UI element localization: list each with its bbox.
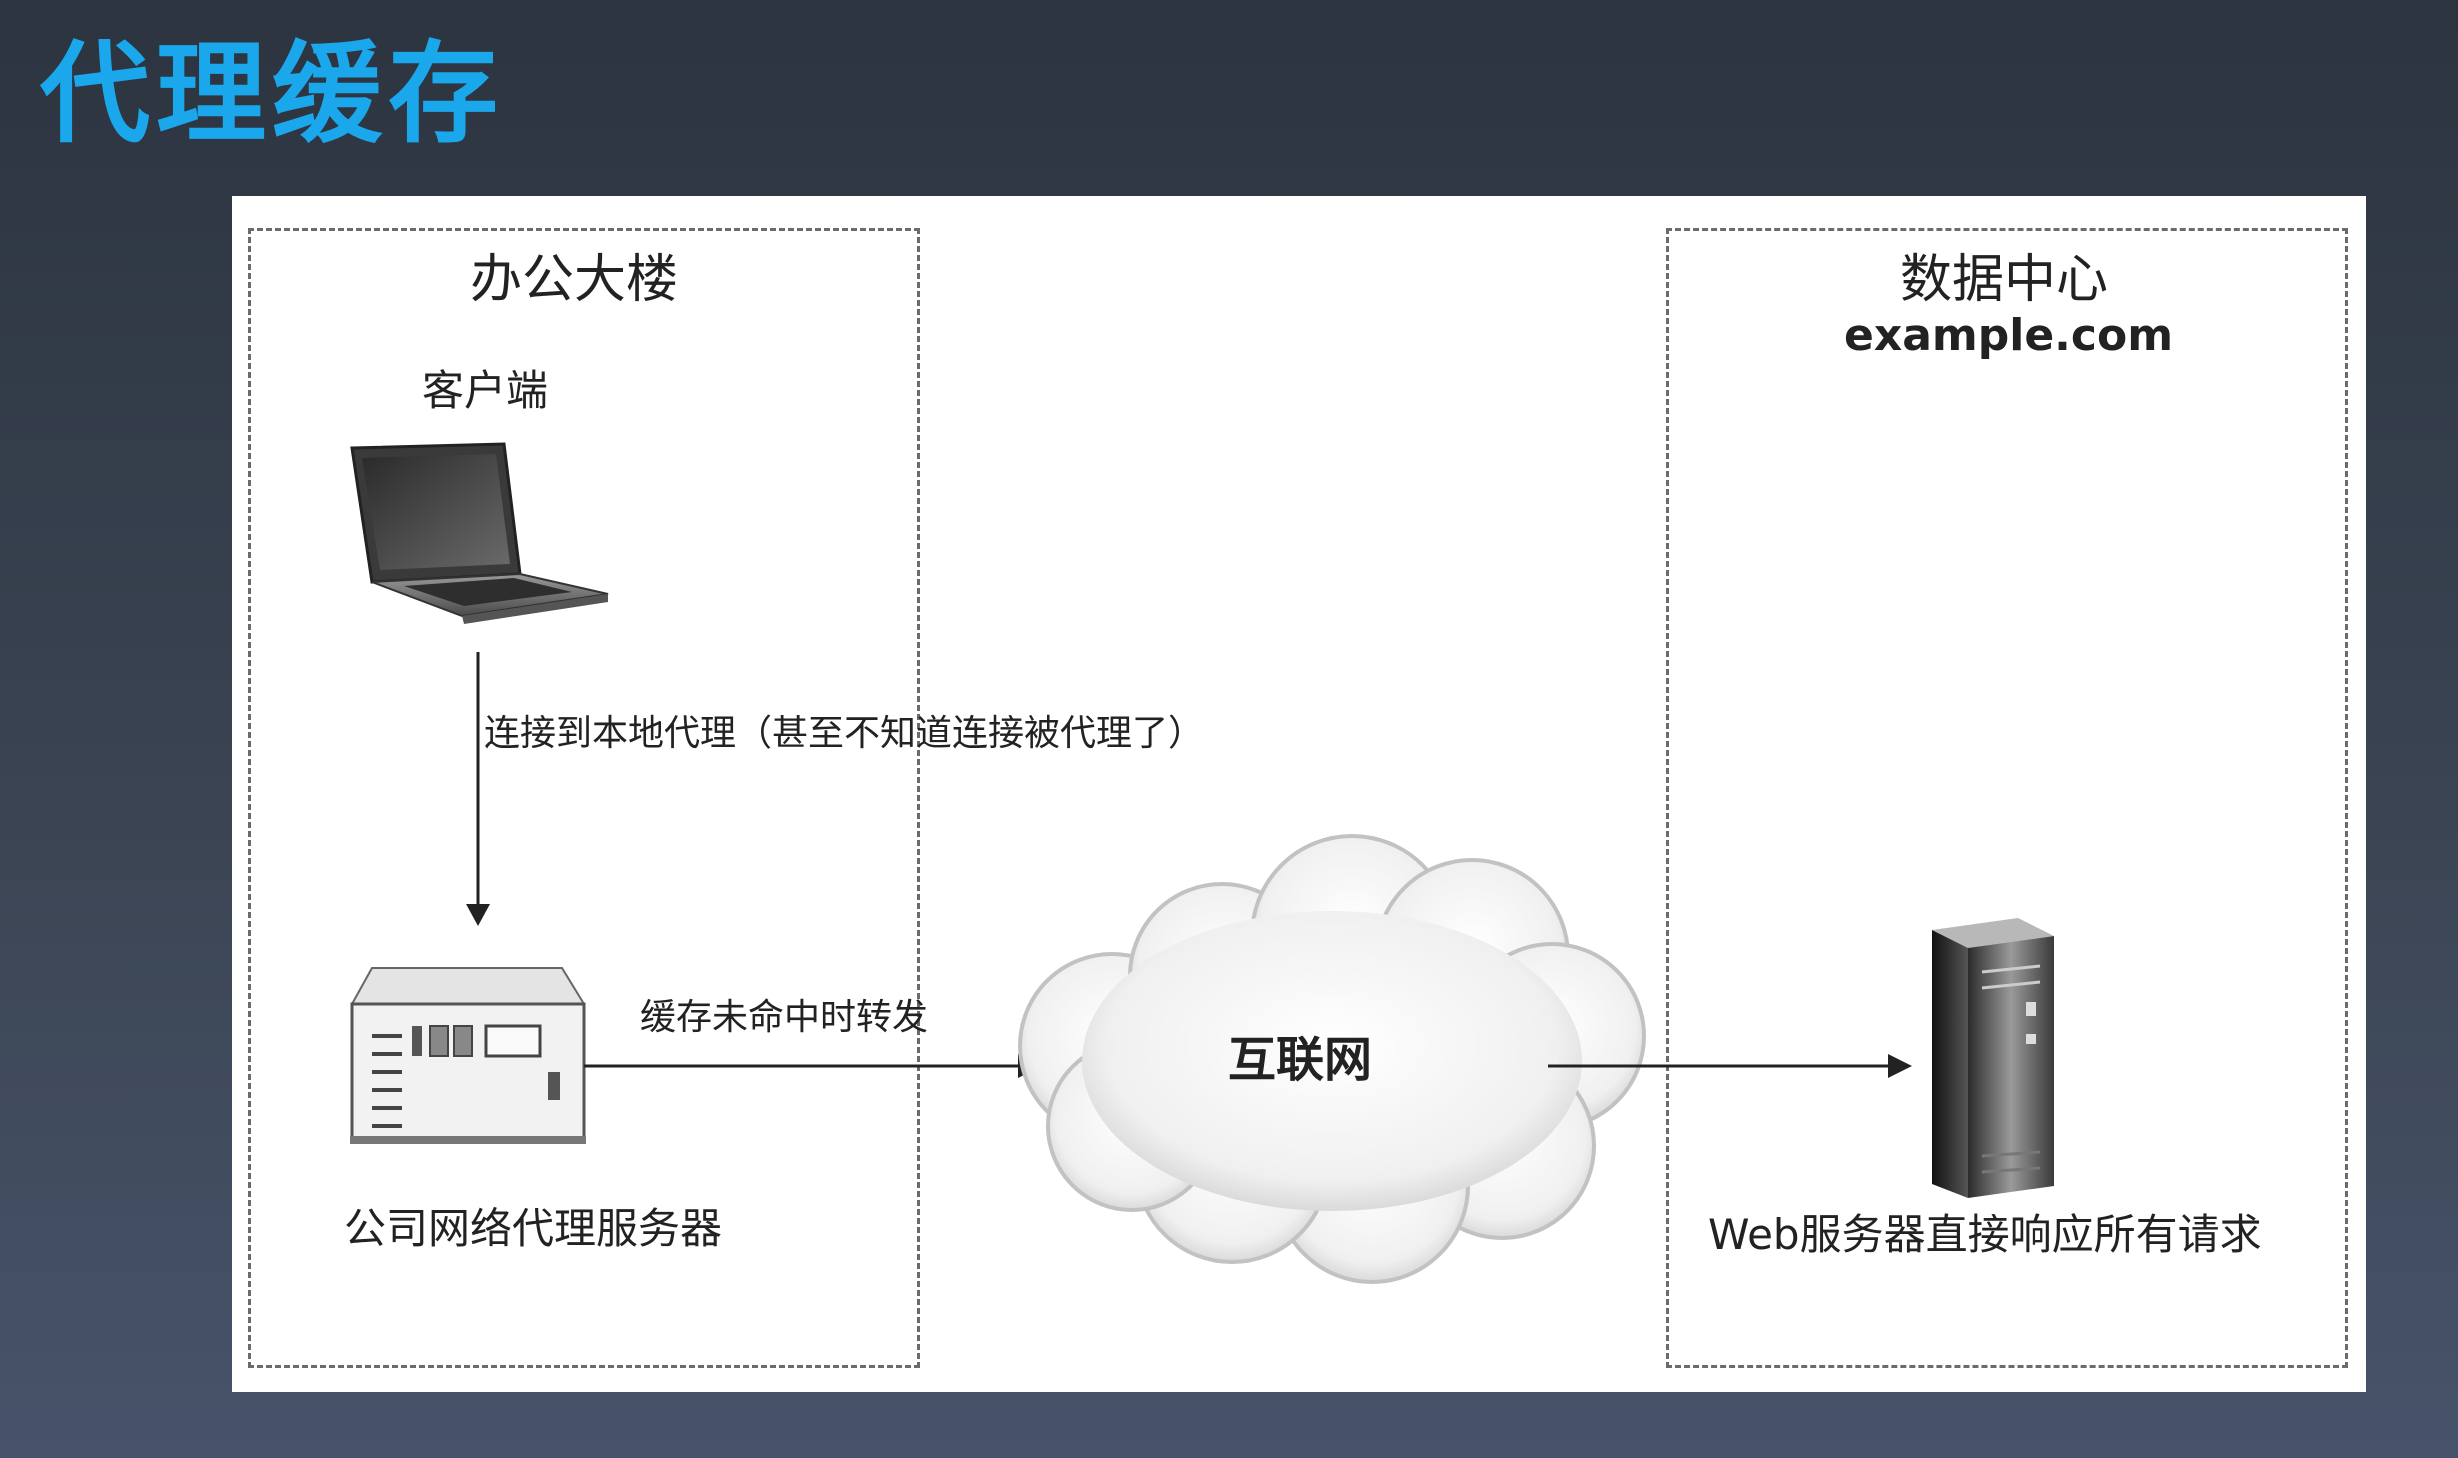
web-server-label: Web服务器直接响应所有请求 bbox=[1708, 1210, 2262, 1259]
diagram-panel: 办公大楼 数据中心 example.com 客户端 连接到本地代理（甚至不知道连… bbox=[232, 196, 2366, 1392]
page-title: 代理缓存 bbox=[40, 30, 504, 158]
